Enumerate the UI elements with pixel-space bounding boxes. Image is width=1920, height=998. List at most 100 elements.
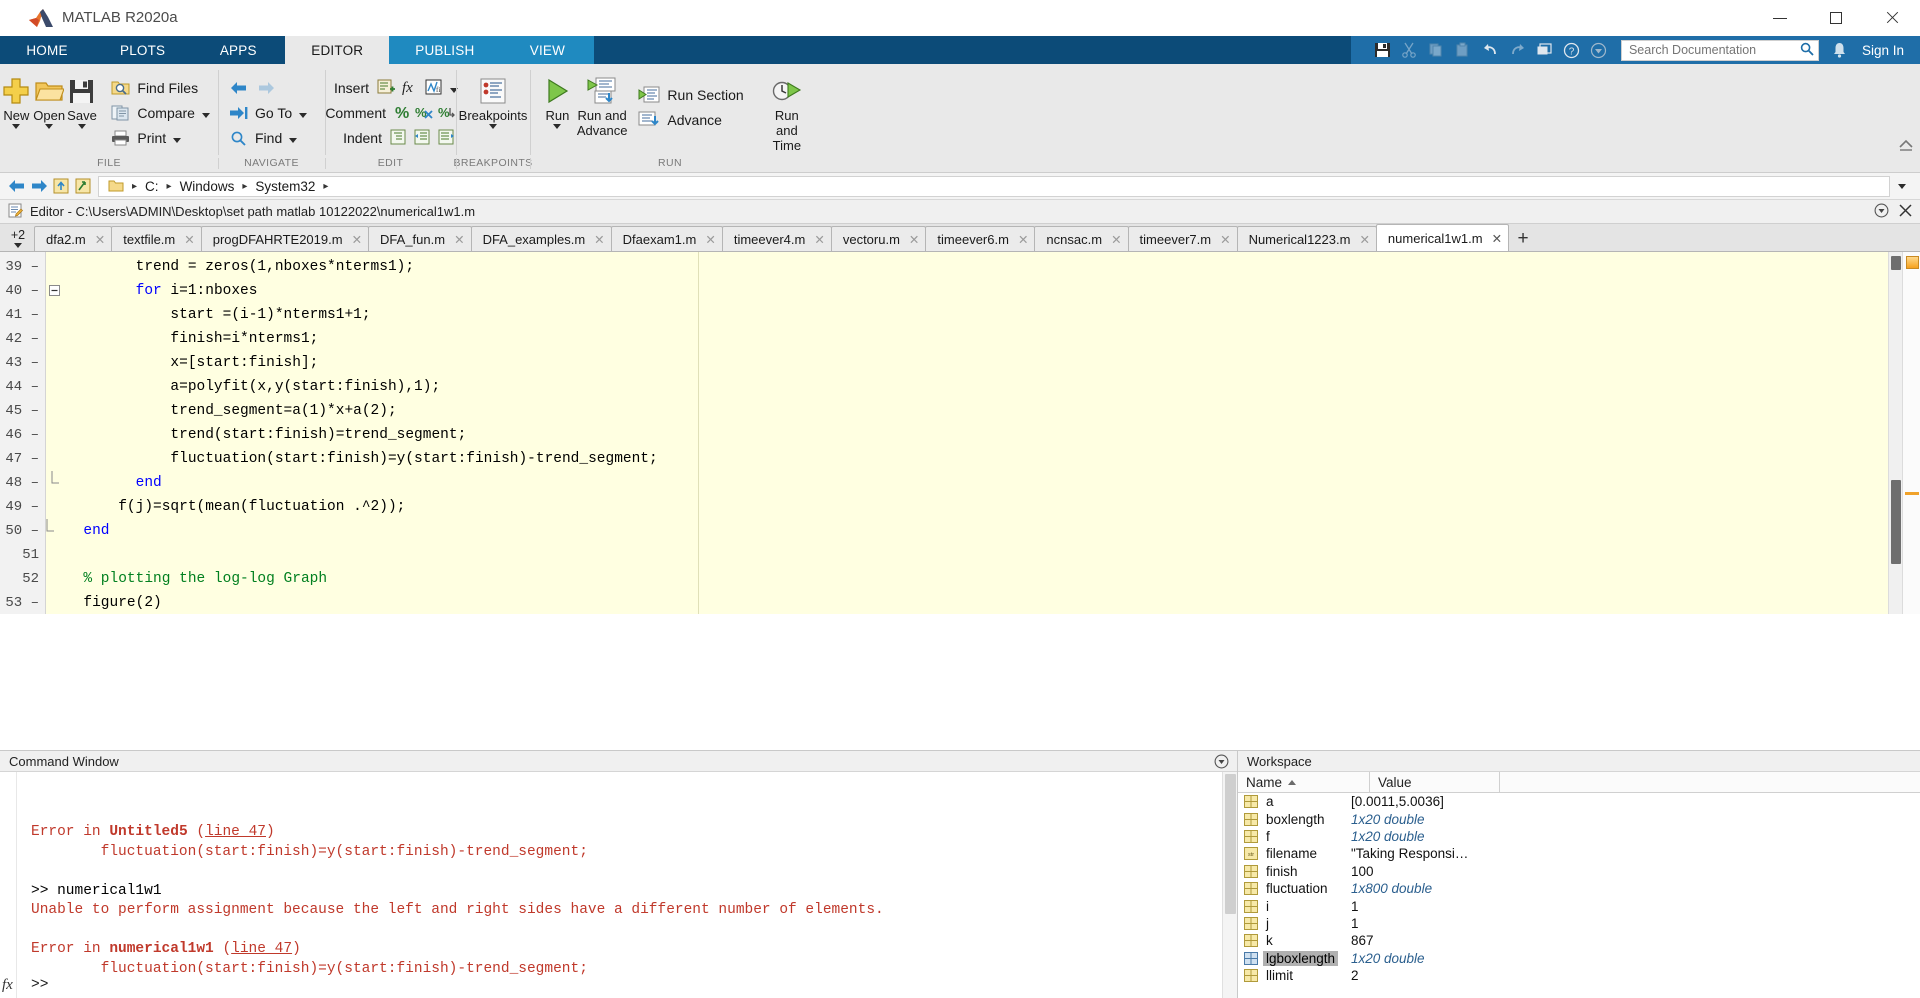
file-tab-dfa-examples[interactable]: DFA_examples.m✕ bbox=[471, 226, 612, 251]
nav-forward-icon[interactable] bbox=[28, 175, 50, 197]
find-files-button[interactable]: Find Files bbox=[104, 75, 218, 100]
file-tab-dfaexam1[interactable]: Dfaexam1.m✕ bbox=[611, 226, 723, 251]
workspace-row[interactable]: j1 bbox=[1238, 915, 1920, 932]
new-button[interactable]: New bbox=[0, 68, 33, 129]
code-line[interactable]: end bbox=[66, 519, 1920, 543]
file-tab-ncnsac[interactable]: ncnsac.m✕ bbox=[1034, 226, 1128, 251]
redo-icon[interactable] bbox=[1505, 38, 1530, 62]
dock-menu-icon[interactable] bbox=[1874, 203, 1889, 221]
column-header-value[interactable]: Value bbox=[1370, 772, 1500, 792]
command-window-body[interactable]: fx Error in Untitled5 (line 47) fluctuat… bbox=[0, 772, 1237, 998]
file-tab-numerical1223[interactable]: Numerical1223.m✕ bbox=[1237, 226, 1377, 251]
file-tab-timeever4[interactable]: timeever4.m✕ bbox=[722, 226, 832, 251]
print-caret-icon[interactable] bbox=[173, 130, 181, 146]
new-caret-icon[interactable] bbox=[12, 124, 20, 129]
tab-overflow-button[interactable]: +2 bbox=[2, 225, 34, 251]
workspace-row[interactable]: lgboxlength1x20 double bbox=[1238, 950, 1920, 967]
error-line-link[interactable]: line 47 bbox=[205, 824, 266, 840]
file-tab-vectoru[interactable]: vectoru.m✕ bbox=[831, 226, 927, 251]
command-window-scrollbar[interactable] bbox=[1222, 772, 1237, 998]
code-line[interactable]: trend_segment=a(1)*x+a(2); bbox=[66, 399, 1920, 423]
command-scrollbar-thumb[interactable] bbox=[1225, 774, 1236, 914]
error-source-name[interactable]: numerical1w1 bbox=[109, 941, 213, 957]
file-tab-dfa2[interactable]: dfa2.m✕ bbox=[34, 226, 112, 251]
paste-icon[interactable] bbox=[1451, 38, 1476, 62]
scrollbar-thumb[interactable] bbox=[1891, 480, 1901, 564]
run-section-button[interactable]: Run Section bbox=[631, 82, 751, 107]
code-line[interactable]: fluctuation(start:finish)=y(start:finish… bbox=[66, 447, 1920, 471]
code-analyzer-strip[interactable] bbox=[1902, 252, 1920, 614]
ribbon-tab-publish[interactable]: PUBLISH bbox=[389, 36, 500, 64]
run-button[interactable]: Run bbox=[538, 68, 577, 129]
file-tab-close-icon[interactable]: ✕ bbox=[184, 232, 194, 247]
fold-marker[interactable] bbox=[46, 519, 66, 543]
workspace-row[interactable]: strfilename"Taking Responsi… bbox=[1238, 845, 1920, 862]
indent-button[interactable]: Indent bbox=[329, 125, 460, 150]
code-line[interactable]: start =(i-1)*nterms1+1; bbox=[66, 303, 1920, 327]
close-button[interactable] bbox=[1864, 0, 1920, 36]
maximize-button[interactable] bbox=[1808, 0, 1864, 36]
run-and-time-button[interactable]: Run and Time bbox=[764, 68, 810, 153]
fx-icon[interactable]: fx bbox=[2, 977, 13, 994]
compare-button[interactable]: Compare bbox=[104, 100, 218, 125]
wrap-comment-icon[interactable]: % bbox=[438, 103, 458, 123]
error-source-name[interactable]: Untitled5 bbox=[109, 824, 187, 840]
code-editor[interactable]: 39 –40 –41 –42 –43 –44 –45 –46 –47 –48 –… bbox=[0, 252, 1920, 614]
run-caret-icon[interactable] bbox=[553, 124, 561, 129]
code-line[interactable]: f(j)=sqrt(mean(fluctuation .^2)); bbox=[66, 495, 1920, 519]
new-tab-button[interactable]: + bbox=[1508, 226, 1538, 251]
file-tab-textfile[interactable]: textfile.m✕ bbox=[111, 226, 202, 251]
nav-up-icon[interactable] bbox=[50, 175, 72, 197]
file-tab-progdfahrte2019[interactable]: progDFAHRTE2019.m✕ bbox=[201, 226, 369, 251]
file-tab-timeever6[interactable]: timeever6.m✕ bbox=[925, 226, 1035, 251]
code-line[interactable]: for i=1:nboxes bbox=[66, 279, 1920, 303]
analyzer-warning-mark[interactable] bbox=[1905, 492, 1919, 495]
go-to-button[interactable]: Go To bbox=[226, 100, 315, 125]
ribbon-tab-apps[interactable]: APPS bbox=[191, 36, 285, 64]
layout-icon[interactable] bbox=[1532, 38, 1557, 62]
ribbon-tab-view[interactable]: VIEW bbox=[500, 36, 594, 64]
file-tab-close-icon[interactable]: ✕ bbox=[1220, 232, 1230, 247]
sign-in-link[interactable]: Sign In bbox=[1862, 43, 1904, 58]
workspace-row[interactable]: llimit2 bbox=[1238, 967, 1920, 984]
file-tab-close-icon[interactable]: ✕ bbox=[1018, 232, 1028, 247]
insert-button[interactable]: Insert fx fi bbox=[329, 75, 460, 100]
workspace-row[interactable]: f1x20 double bbox=[1238, 828, 1920, 845]
uncomment-icon[interactable]: % bbox=[415, 103, 435, 123]
fx-icon[interactable]: fx bbox=[400, 78, 421, 98]
file-tab-close-icon[interactable]: ✕ bbox=[352, 232, 362, 247]
file-tab-close-icon[interactable]: ✕ bbox=[1111, 232, 1121, 247]
save-button[interactable]: Save bbox=[66, 68, 99, 129]
nav-back-icon[interactable] bbox=[6, 175, 28, 197]
insert-icon[interactable] bbox=[376, 78, 397, 98]
open-button[interactable]: Open bbox=[33, 68, 66, 129]
breakpoints-button[interactable]: Breakpoints bbox=[456, 68, 530, 129]
browse-folder-icon[interactable] bbox=[72, 175, 94, 197]
file-tab-numerical1w1[interactable]: numerical1w1.m✕ bbox=[1376, 224, 1509, 251]
error-line-link[interactable]: line 47 bbox=[231, 941, 292, 957]
ribbon-tab-home[interactable]: HOME bbox=[0, 36, 94, 64]
file-tab-close-icon[interactable]: ✕ bbox=[1359, 232, 1369, 247]
copy-icon[interactable] bbox=[1424, 38, 1449, 62]
code-line[interactable] bbox=[66, 543, 1920, 567]
code-line[interactable]: x=[start:finish]; bbox=[66, 351, 1920, 375]
bell-icon[interactable] bbox=[1827, 38, 1852, 62]
go-to-caret-icon[interactable] bbox=[299, 105, 307, 121]
column-header-extra[interactable] bbox=[1500, 772, 1920, 792]
forward-arrow-icon[interactable] bbox=[255, 78, 276, 98]
increase-indent-icon[interactable] bbox=[437, 128, 458, 148]
insert-function-icon[interactable]: fi bbox=[424, 78, 445, 98]
scrollbar-top-mark[interactable] bbox=[1891, 256, 1901, 270]
code-line[interactable]: end bbox=[66, 471, 1920, 495]
command-prompt[interactable]: >> bbox=[31, 977, 48, 993]
search-documentation-box[interactable] bbox=[1621, 40, 1819, 61]
file-tab-close-icon[interactable]: ✕ bbox=[814, 232, 824, 247]
path-field[interactable]: ▸ C: ▸ Windows ▸ System32 ▸ bbox=[98, 176, 1890, 197]
command-window-output[interactable]: Error in Untitled5 (line 47) fluctuation… bbox=[17, 772, 1237, 998]
help-icon[interactable]: ? bbox=[1559, 38, 1584, 62]
advance-button[interactable]: Advance bbox=[631, 107, 751, 132]
code-line[interactable]: a=polyfit(x,y(start:finish),1); bbox=[66, 375, 1920, 399]
file-tab-close-icon[interactable]: ✕ bbox=[909, 232, 919, 247]
open-caret-icon[interactable] bbox=[45, 124, 53, 129]
more-options-icon[interactable] bbox=[1586, 38, 1611, 62]
